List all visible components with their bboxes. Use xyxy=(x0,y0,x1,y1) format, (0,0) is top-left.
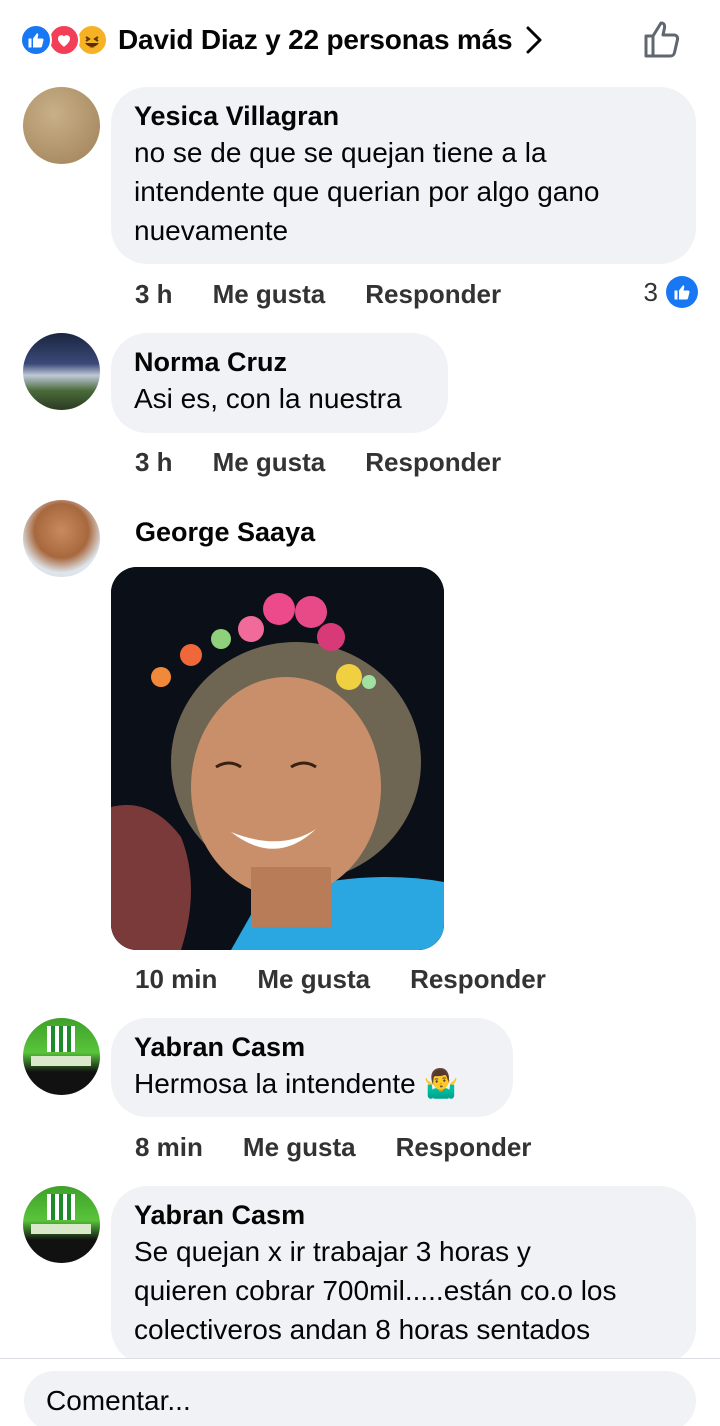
comment-time: 8 min xyxy=(135,1132,203,1162)
comment-bubble[interactable]: Yabran Casm Se quejan x ir trabajar 3 ho… xyxy=(111,1186,696,1364)
avatar[interactable] xyxy=(23,87,100,164)
reply-button[interactable]: Responder xyxy=(365,447,501,478)
avatar[interactable] xyxy=(23,1018,100,1095)
haha-icon xyxy=(76,24,108,56)
comment-bubble[interactable]: Norma Cruz Asi es, con la nuestra xyxy=(111,333,448,433)
club-crest-icon xyxy=(31,1194,91,1234)
comment-text-line: Hermosa la intendente 🤷‍♂️ xyxy=(134,1068,459,1099)
comment-bubble[interactable]: Yabran Casm Hermosa la intendente 🤷‍♂️ xyxy=(111,1018,513,1117)
comment-author[interactable]: Norma Cruz xyxy=(134,345,426,379)
comment-author[interactable]: Yabran Casm xyxy=(134,1030,491,1064)
reply-button[interactable]: Responder xyxy=(410,964,546,995)
comment-text-line: quieren cobrar 700mil.....están co.o los xyxy=(134,1275,617,1306)
reactions-summary-bar[interactable]: David Diaz y 22 personas más xyxy=(0,0,720,80)
comment-text-line: Se quejan x ir trabajar 3 horas y xyxy=(134,1236,531,1267)
comment-text-line: intendente que querian por algo gano xyxy=(134,176,600,207)
comment-text-line: no se de que se quejan tiene a la xyxy=(134,137,547,168)
comment-author[interactable]: Yesica Villagran xyxy=(134,99,674,133)
comment-actions: 8 min Me gusta Responder xyxy=(135,1132,571,1163)
reactions-summary-text: David Diaz y 22 personas más xyxy=(118,24,513,55)
avatar[interactable] xyxy=(23,333,100,410)
reaction-count-number: 3 xyxy=(643,276,658,307)
avatar[interactable] xyxy=(23,500,100,577)
comment-bubble[interactable]: Yesica Villagran no se de que se quejan … xyxy=(111,87,696,264)
like-icon xyxy=(666,276,698,308)
like-icon xyxy=(20,24,52,56)
love-icon xyxy=(48,24,80,56)
comment-time: 3 h xyxy=(135,447,173,477)
like-comment-button[interactable]: Me gusta xyxy=(213,279,326,310)
reaction-icons xyxy=(20,24,108,56)
comment-author[interactable]: Yabran Casm xyxy=(134,1198,674,1232)
chevron-right-icon xyxy=(526,26,542,54)
comment-author[interactable]: George Saaya xyxy=(135,515,315,549)
comment-time: 3 h xyxy=(135,279,173,309)
comment-reaction-count[interactable]: 3 xyxy=(644,276,698,308)
like-comment-button[interactable]: Me gusta xyxy=(257,964,370,995)
comment-actions: 10 min Me gusta Responder xyxy=(135,964,586,995)
comment-time: 10 min xyxy=(135,964,218,994)
club-crest-icon xyxy=(31,1026,91,1066)
like-comment-button[interactable]: Me gusta xyxy=(213,447,326,478)
reply-button[interactable]: Responder xyxy=(396,1132,532,1163)
comment-text-line: nuevamente xyxy=(134,215,289,246)
photo-image xyxy=(111,567,444,950)
comment-input[interactable]: Comentar... xyxy=(24,1371,696,1426)
like-comment-button[interactable]: Me gusta xyxy=(243,1132,356,1163)
comment-composer-bar: Comentar... xyxy=(0,1358,720,1426)
reply-button[interactable]: Responder xyxy=(365,279,501,310)
comment-actions: 3 h Me gusta Responder xyxy=(135,279,541,310)
comment-text-line: Asi es, con la nuestra xyxy=(134,383,402,414)
avatar[interactable] xyxy=(23,1186,100,1263)
comment-photo[interactable] xyxy=(111,567,444,950)
comment-text-line: colectiveros andan 8 horas sentados xyxy=(134,1314,591,1345)
comments-screen: David Diaz y 22 personas más Yesica Vill… xyxy=(0,0,720,1426)
like-button-icon[interactable] xyxy=(640,18,684,62)
comment-actions: 3 h Me gusta Responder xyxy=(135,447,541,478)
